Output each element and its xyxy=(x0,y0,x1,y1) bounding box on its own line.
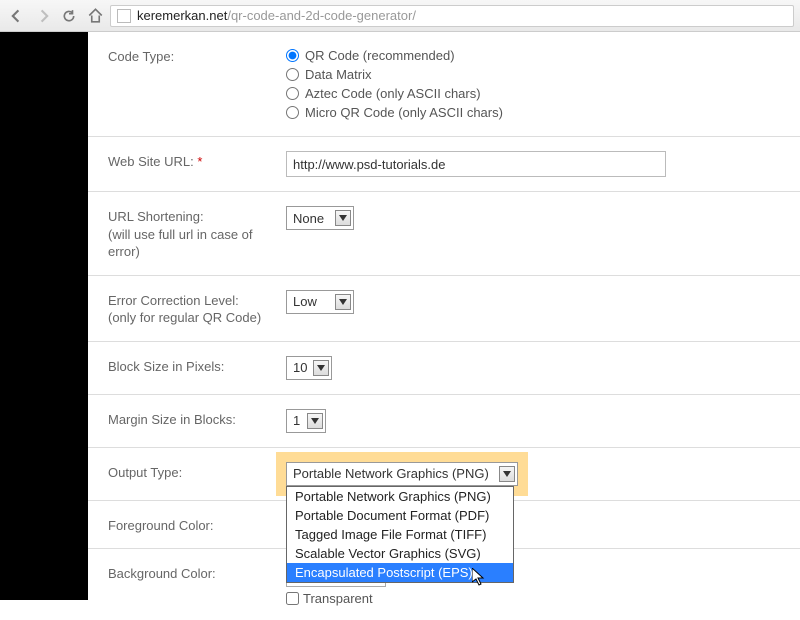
reload-button[interactable] xyxy=(58,5,80,27)
radio-label: Data Matrix xyxy=(305,67,371,82)
output-type-select[interactable]: Portable Network Graphics (PNG) xyxy=(286,462,518,486)
form-panel: Code Type: QR Code (recommended) Data Mat… xyxy=(88,32,800,600)
label-website-url: Web Site URL: xyxy=(108,154,194,169)
label-background-color: Background Color: xyxy=(108,563,286,583)
label-foreground-color: Foreground Color: xyxy=(108,515,286,535)
code-type-option[interactable]: Data Matrix xyxy=(286,65,782,83)
margin-size-select[interactable]: 1 xyxy=(286,409,326,433)
error-correction-select[interactable]: Low xyxy=(286,290,354,314)
radio-label: QR Code (recommended) xyxy=(305,48,455,63)
sublabel-error-correction: (only for regular QR Code) xyxy=(108,310,261,325)
url-shortening-select[interactable]: None xyxy=(286,206,354,230)
radio-label: Micro QR Code (only ASCII chars) xyxy=(305,105,503,120)
radio-label: Aztec Code (only ASCII chars) xyxy=(305,86,481,101)
output-type-option[interactable]: Tagged Image File Format (TIFF) xyxy=(287,525,513,544)
radio-input[interactable] xyxy=(286,106,299,119)
radio-input[interactable] xyxy=(286,49,299,62)
back-button[interactable] xyxy=(6,5,28,27)
chevron-down-icon xyxy=(313,360,329,376)
label-output-type: Output Type: xyxy=(108,462,286,482)
chevron-down-icon xyxy=(335,294,351,310)
radio-input[interactable] xyxy=(286,68,299,81)
radio-input[interactable] xyxy=(286,87,299,100)
home-button[interactable] xyxy=(84,5,106,27)
chevron-down-icon xyxy=(499,466,515,482)
label-url-shortening: URL Shortening: xyxy=(108,209,204,224)
browser-toolbar: keremerkan.net/qr-code-and-2d-code-gener… xyxy=(0,0,800,32)
url-path: /qr-code-and-2d-code-generator/ xyxy=(227,8,416,23)
sublabel-url-shortening: (will use full url in case of error) xyxy=(108,227,253,260)
output-type-option[interactable]: Portable Network Graphics (PNG) xyxy=(287,487,513,506)
left-sidebar-blackout xyxy=(0,32,88,600)
url-host: keremerkan.net xyxy=(137,8,227,23)
code-type-option[interactable]: Micro QR Code (only ASCII chars) xyxy=(286,103,782,121)
website-url-input[interactable] xyxy=(286,151,666,177)
label-margin-size: Margin Size in Blocks: xyxy=(108,409,286,429)
address-bar[interactable]: keremerkan.net/qr-code-and-2d-code-gener… xyxy=(110,5,794,27)
code-type-option[interactable]: QR Code (recommended) xyxy=(286,46,782,64)
page-icon xyxy=(117,9,131,23)
label-code-type: Code Type: xyxy=(108,46,286,66)
transparent-label: Transparent xyxy=(303,591,373,606)
transparent-checkbox[interactable] xyxy=(286,592,299,605)
chevron-down-icon xyxy=(307,413,323,429)
output-type-option[interactable]: Portable Document Format (PDF) xyxy=(287,506,513,525)
label-error-correction: Error Correction Level: xyxy=(108,293,239,308)
code-type-option[interactable]: Aztec Code (only ASCII chars) xyxy=(286,84,782,102)
output-type-dropdown[interactable]: Portable Network Graphics (PNG)Portable … xyxy=(286,486,514,583)
block-size-select[interactable]: 10 xyxy=(286,356,332,380)
output-type-option[interactable]: Scalable Vector Graphics (SVG) xyxy=(287,544,513,563)
forward-button[interactable] xyxy=(32,5,54,27)
chevron-down-icon xyxy=(335,210,351,226)
label-block-size: Block Size in Pixels: xyxy=(108,356,286,376)
output-type-option[interactable]: Encapsulated Postscript (EPS) xyxy=(287,563,513,582)
required-marker: * xyxy=(197,154,202,169)
